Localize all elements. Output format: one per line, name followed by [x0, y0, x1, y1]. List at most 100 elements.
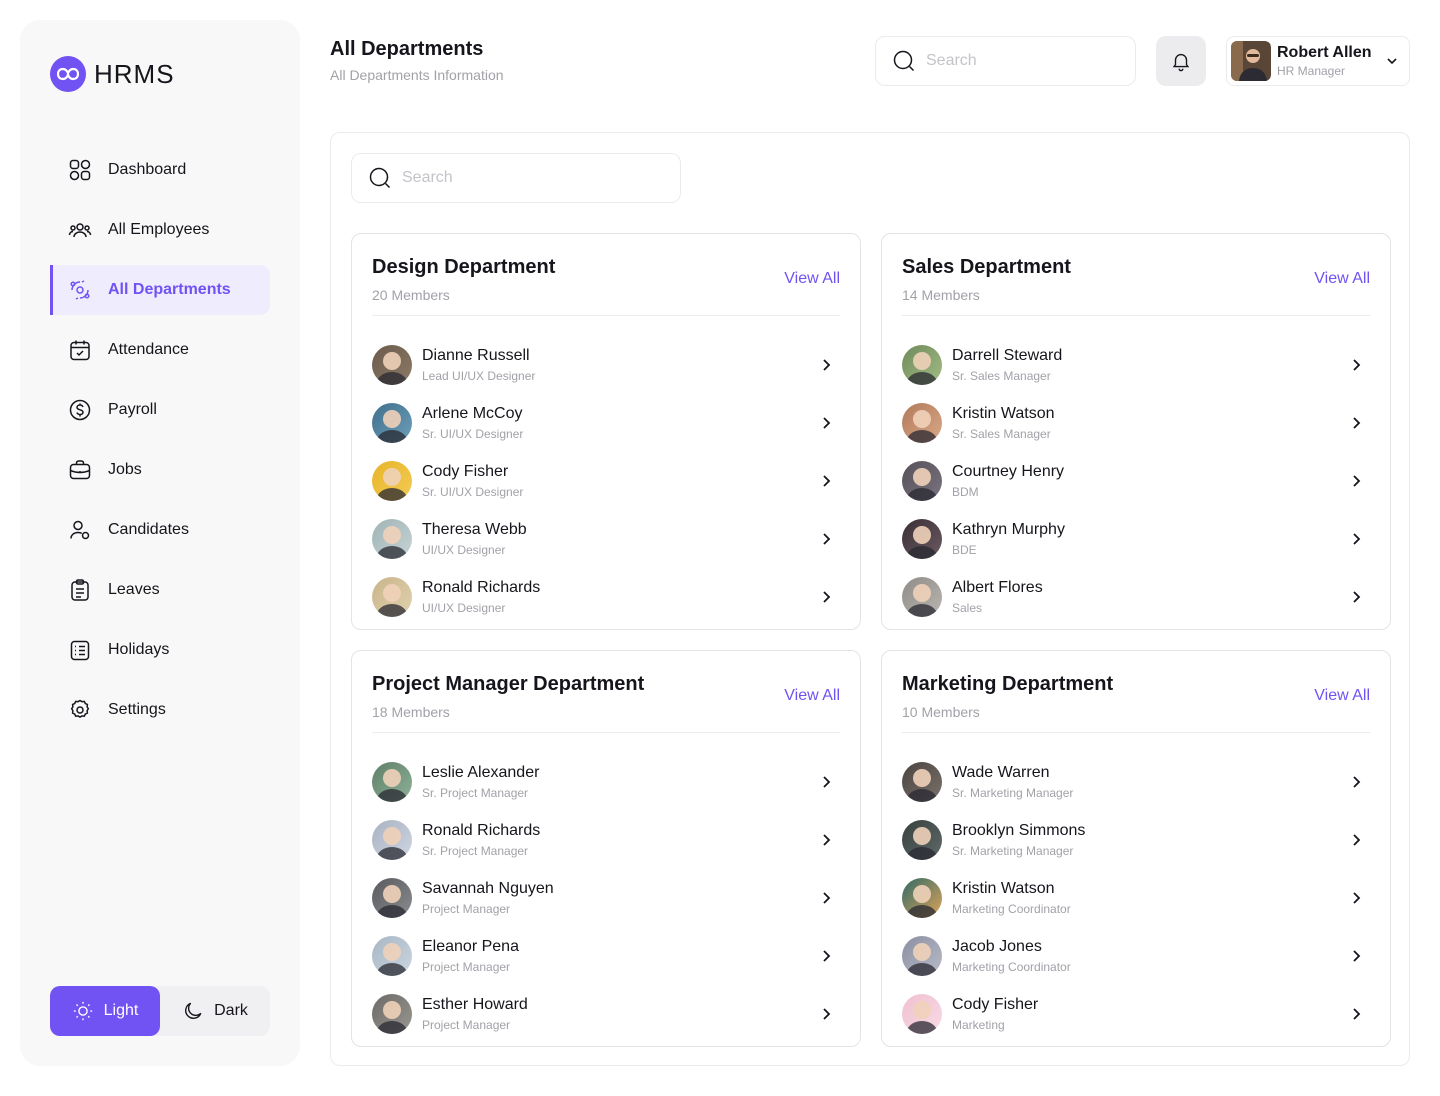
view-all-link[interactable]: View All	[1314, 687, 1370, 705]
member-name: Dianne Russell	[422, 347, 530, 364]
app-logo[interactable]: HRMS	[50, 56, 175, 92]
chevron-right-icon	[823, 417, 831, 429]
member-list-item[interactable]: Brooklyn Simmons Sr. Marketing Manager	[902, 811, 1370, 869]
member-list-item[interactable]: Albert Flores Sales	[902, 568, 1370, 626]
member-list-item[interactable]: Wade Warren Sr. Marketing Manager	[902, 753, 1370, 811]
member-list-item[interactable]: Esther Howard Project Manager	[372, 985, 840, 1043]
view-all-link[interactable]: View All	[784, 687, 840, 705]
member-list: Dianne Russell Lead UI/UX Designer Arlene …	[372, 336, 840, 626]
member-list-item[interactable]: Theresa Webb UI/UX Designer	[372, 510, 840, 568]
sidebar-item-attendance[interactable]: Attendance	[50, 325, 270, 375]
sidebar-item-payroll[interactable]: Payroll	[50, 385, 270, 435]
member-avatar	[372, 994, 412, 1034]
dark-theme-button[interactable]: Dark	[160, 986, 270, 1036]
app-name: HRMS	[94, 58, 175, 89]
member-name: Albert Flores	[952, 579, 1043, 596]
chevron-right-icon	[1353, 475, 1361, 487]
view-all-link[interactable]: View All	[1314, 270, 1370, 288]
page-subtitle: All Departments Information	[330, 67, 504, 83]
member-role: Marketing	[952, 1018, 1005, 1032]
user-profile-menu[interactable]: Robert Allen HR Manager	[1226, 36, 1410, 86]
member-list-item[interactable]: Dianne Russell Lead UI/UX Designer	[372, 336, 840, 394]
sidebar-item-holidays[interactable]: Holidays	[50, 625, 270, 675]
member-name: Leslie Alexander	[422, 764, 540, 781]
member-list-item[interactable]: Jacob Jones Marketing Coordinator	[902, 927, 1370, 985]
chevron-right-icon	[823, 1008, 831, 1020]
member-avatar	[902, 994, 942, 1034]
department-name: Design Department	[372, 256, 556, 278]
department-card: Project Manager Department 18 Members View…	[351, 650, 861, 1047]
member-info: Cody Fisher Sr. UI/UX Designer	[422, 463, 523, 499]
member-avatar	[372, 403, 412, 443]
sidebar-item-all-employees[interactable]: All Employees	[50, 205, 270, 255]
member-list-item[interactable]: Courtney Henry BDM	[902, 452, 1370, 510]
member-info: Kathryn Murphy BDE	[952, 521, 1065, 557]
department-card: Marketing Department 10 Members View All Wa…	[881, 650, 1391, 1047]
member-avatar	[372, 820, 412, 860]
member-avatar	[902, 820, 942, 860]
chevron-right-icon	[823, 533, 831, 545]
member-list-item[interactable]: Kristin Watson Marketing Coordinator	[902, 869, 1370, 927]
header-search-input[interactable]	[926, 52, 1116, 70]
member-name: Wade Warren	[952, 764, 1050, 781]
member-list-item[interactable]: Savannah Nguyen Project Manager	[372, 869, 840, 927]
member-list-item[interactable]: Eleanor Pena Project Manager	[372, 927, 840, 985]
sidebar-item-settings[interactable]: Settings	[50, 685, 270, 735]
member-name: Theresa Webb	[422, 521, 527, 538]
sun-icon	[73, 1001, 92, 1021]
member-list-item[interactable]: Ronald Richards Sr. Project Manager	[372, 811, 840, 869]
member-list-item[interactable]: Cody Fisher Sr. UI/UX Designer	[372, 452, 840, 510]
member-role: Sr. Sales Manager	[952, 369, 1051, 383]
department-card: Sales Department 14 Members View All Darrel…	[881, 233, 1391, 630]
chevron-right-icon	[1353, 417, 1361, 429]
view-all-link[interactable]: View All	[784, 270, 840, 288]
users-icon	[68, 223, 92, 238]
sidebar-item-label: Settings	[108, 701, 166, 718]
sidebar-item-label: Dashboard	[108, 161, 187, 178]
light-theme-button[interactable]: Light	[50, 986, 160, 1036]
sidebar-item-label: Candidates	[108, 521, 189, 538]
bell-icon	[1172, 53, 1190, 72]
notifications-button[interactable]	[1156, 36, 1206, 86]
member-info: Arlene McCoy Sr. UI/UX Designer	[422, 405, 523, 441]
department-member-count: 20 Members	[372, 287, 450, 303]
light-theme-label: Light	[103, 1002, 139, 1019]
sidebar-item-candidates[interactable]: Candidates	[50, 505, 270, 555]
member-avatar	[372, 878, 412, 918]
sidebar-item-dashboard[interactable]: Dashboard	[50, 145, 270, 195]
sidebar-item-label: Jobs	[108, 461, 142, 478]
sidebar: HRMS Dashboard All Employees All Departm…	[20, 20, 300, 1066]
member-name: Kristin Watson	[952, 405, 1055, 422]
sidebar-item-jobs[interactable]: Jobs	[50, 445, 270, 495]
member-role: UI/UX Designer	[422, 543, 506, 557]
member-info: Kristin Watson Marketing Coordinator	[952, 880, 1071, 916]
sidebar-item-all-departments[interactable]: All Departments	[50, 265, 270, 315]
member-list-item[interactable]: Leslie Alexander Sr. Project Manager	[372, 753, 840, 811]
member-name: Courtney Henry	[952, 463, 1065, 480]
member-list-item[interactable]: Kathryn Murphy BDE	[902, 510, 1370, 568]
member-list-item[interactable]: Arlene McCoy Sr. UI/UX Designer	[372, 394, 840, 452]
member-avatar	[372, 762, 412, 802]
member-list-item[interactable]: Kristin Watson Sr. Sales Manager	[902, 394, 1370, 452]
user-avatar	[1231, 41, 1271, 81]
department-header: Project Manager Department 18 Members View…	[372, 673, 840, 733]
member-info: Wade Warren Sr. Marketing Manager	[952, 764, 1073, 800]
department-header: Sales Department 14 Members View All	[902, 256, 1370, 316]
member-role: BDM	[952, 485, 979, 499]
header-search	[875, 36, 1136, 86]
chevron-right-icon	[823, 475, 831, 487]
member-list-item[interactable]: Cody Fisher Marketing	[902, 985, 1370, 1043]
member-name: Arlene McCoy	[422, 405, 523, 422]
member-info: Kristin Watson Sr. Sales Manager	[952, 405, 1055, 441]
sidebar-item-leaves[interactable]: Leaves	[50, 565, 270, 615]
user-info: Robert Allen HR Manager	[1277, 44, 1372, 78]
member-avatar	[902, 403, 942, 443]
member-name: Kathryn Murphy	[952, 521, 1065, 538]
departments-panel: Design Department 20 Members View All Diann…	[330, 132, 1410, 1066]
department-search-input[interactable]	[402, 169, 592, 187]
candidates-icon	[70, 520, 90, 540]
chevron-right-icon	[823, 950, 831, 962]
member-role: BDE	[952, 543, 977, 557]
member-list-item[interactable]: Darrell Steward Sr. Sales Manager	[902, 336, 1370, 394]
member-list-item[interactable]: Ronald Richards UI/UX Designer	[372, 568, 840, 626]
